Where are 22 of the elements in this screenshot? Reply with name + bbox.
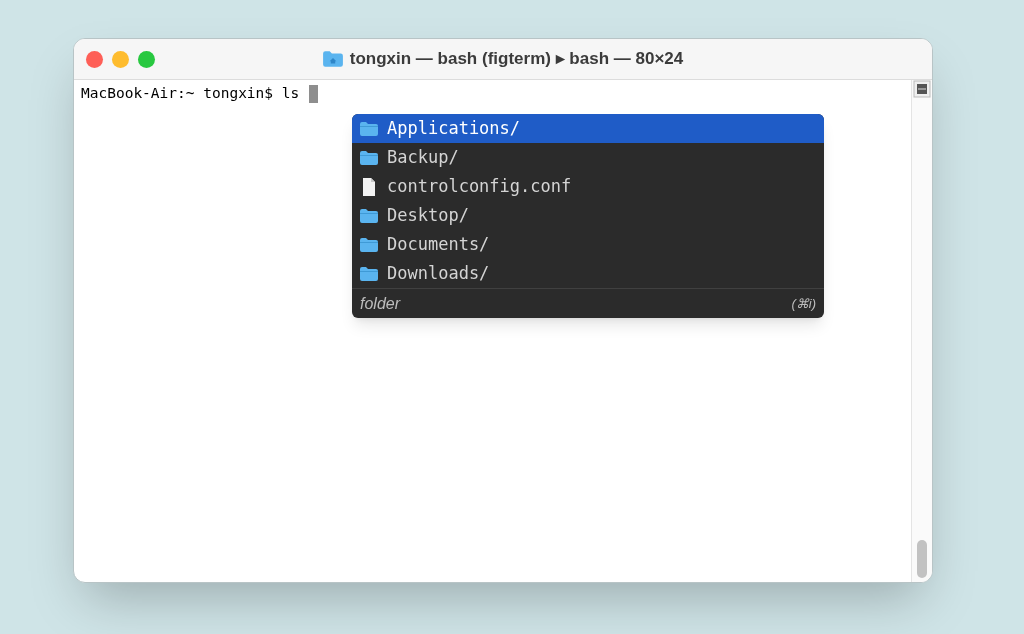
home-folder-icon bbox=[321, 50, 344, 68]
zoom-button[interactable] bbox=[138, 50, 155, 68]
text-cursor bbox=[309, 84, 319, 103]
folder-icon bbox=[359, 236, 379, 253]
suggestion-item[interactable]: Applications/ bbox=[352, 114, 824, 143]
folder-icon bbox=[359, 265, 379, 282]
close-button[interactable] bbox=[86, 50, 103, 68]
folder-icon bbox=[359, 207, 379, 224]
description-text: folder bbox=[360, 293, 401, 314]
folder-icon bbox=[359, 120, 379, 137]
suggestion-item[interactable]: Desktop/ bbox=[352, 201, 824, 230]
suggestion-item[interactable]: Backup/ bbox=[352, 143, 824, 172]
suggestion-item[interactable]: controlconfig.conf bbox=[352, 172, 824, 201]
scroll-thumb[interactable] bbox=[917, 540, 927, 578]
shortcut-hint: (⌘i) bbox=[791, 294, 816, 313]
suggestion-item[interactable]: Downloads/ bbox=[352, 259, 824, 288]
command-prompt: MacBook-Air:~ tongxin$ ls bbox=[81, 84, 300, 103]
split-pane-icon[interactable] bbox=[913, 80, 931, 98]
suggestion-item[interactable]: Documents/ bbox=[352, 230, 824, 259]
minimize-button[interactable] bbox=[112, 50, 129, 68]
window-title: tongxin — bash (figterm) ▸ bash — 80×24 bbox=[349, 48, 684, 71]
folder-icon bbox=[359, 149, 379, 166]
